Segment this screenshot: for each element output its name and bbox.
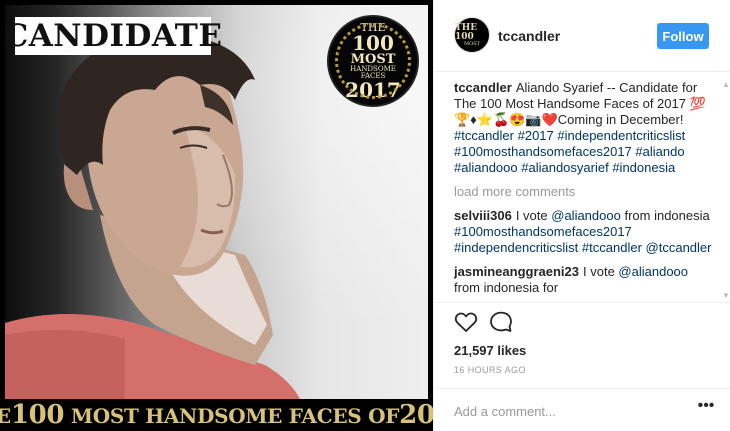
hashtag-link[interactable]: #tccandler bbox=[454, 128, 514, 143]
comment-text: I vote bbox=[515, 208, 548, 223]
banner-part: MOST HANDSOME FACES OF bbox=[70, 404, 400, 428]
action-bar bbox=[434, 302, 730, 303]
scroll-up-arrow-icon[interactable]: ▲ bbox=[722, 80, 730, 89]
likes-count[interactable]: 21,597 likes bbox=[454, 343, 526, 358]
scroll-down-arrow-icon[interactable]: ▼ bbox=[722, 291, 730, 300]
banner-part: 2017 bbox=[399, 400, 433, 430]
hashtag-link[interactable]: #100mosthandsomefaces2017 bbox=[454, 224, 632, 239]
portrait-photo: CANDIDATE THE 100 MOST HANDSOME FACES 20… bbox=[5, 5, 428, 399]
candidate-label-box: CANDIDATE bbox=[5, 17, 222, 55]
hashtag-link[interactable]: #aliandosyarief bbox=[521, 160, 608, 175]
load-more-comments-link[interactable]: load more comments bbox=[454, 184, 716, 200]
contest-banner: THE100 MOST HANDSOME FACES OF2017 bbox=[0, 399, 433, 431]
post-timestamp[interactable]: 16 HOURS AGO bbox=[454, 365, 526, 375]
comment-bubble-icon[interactable] bbox=[489, 310, 513, 334]
avatar[interactable]: THE 100 MOST bbox=[454, 17, 490, 53]
caption: tccandler Aliando Syarief -- Candidate fo… bbox=[454, 80, 716, 176]
post-side-panel: THE 100 MOST tccandler Follow tccandler A… bbox=[433, 0, 730, 431]
banner-text: THE100 MOST HANDSOME FACES OF2017 bbox=[0, 400, 433, 430]
hashtag-link[interactable]: #aliando bbox=[635, 144, 684, 159]
comment-username[interactable]: jasmineanggraeni23 bbox=[454, 264, 579, 279]
banner-part: 100 bbox=[10, 400, 65, 430]
add-comment-input[interactable] bbox=[454, 401, 684, 421]
banner-part: THE bbox=[0, 404, 11, 428]
hashtag-link[interactable]: #aliandooo bbox=[454, 160, 518, 175]
mention-link[interactable]: @aliandooo bbox=[618, 264, 688, 279]
mention-link[interactable]: @aliandooo bbox=[551, 208, 621, 223]
hashtag-link[interactable]: #independencriticslist bbox=[454, 240, 578, 255]
follow-button[interactable]: Follow bbox=[657, 23, 709, 49]
list-item: jasmineanggraeni23 I vote @aliandooo from… bbox=[454, 264, 716, 296]
avatar-text: MOST bbox=[464, 40, 480, 47]
post-image[interactable]: CANDIDATE THE 100 MOST HANDSOME FACES 20… bbox=[0, 0, 433, 431]
hashtag-link[interactable]: #indonesia bbox=[612, 160, 675, 175]
list-item: selviii306 I vote @aliandooo from indones… bbox=[454, 208, 716, 256]
mention-link[interactable]: @tccandler bbox=[646, 240, 712, 255]
contest-emblem-logo: THE 100 MOST HANDSOME FACES 2017 bbox=[327, 15, 419, 107]
hashtag-link[interactable]: #independentcriticslist bbox=[557, 128, 685, 143]
laurel-wreath-icon bbox=[335, 23, 411, 99]
post-author-username[interactable]: tccandler bbox=[498, 28, 560, 44]
post-header: THE 100 MOST tccandler Follow bbox=[434, 0, 730, 72]
more-options-icon[interactable]: ••• bbox=[696, 398, 716, 419]
avatar-text: THE 100 bbox=[455, 22, 478, 42]
heart-icon[interactable] bbox=[454, 310, 478, 334]
caption-username[interactable]: tccandler bbox=[454, 80, 512, 95]
comment-text: from indonesia for bbox=[454, 280, 559, 295]
comment-text: from indonesia bbox=[624, 208, 710, 223]
add-comment-bar: ••• bbox=[434, 388, 730, 431]
comment-username[interactable]: selviii306 bbox=[454, 208, 512, 223]
hashtag-link[interactable]: #2017 bbox=[518, 128, 554, 143]
candidate-label: CANDIDATE bbox=[5, 18, 223, 54]
comment-text: I vote bbox=[583, 264, 615, 279]
comments-list[interactable]: tccandler Aliando Syarief -- Candidate fo… bbox=[454, 80, 716, 302]
hashtag-link[interactable]: #tccandler bbox=[582, 240, 642, 255]
hashtag-link[interactable]: #100mosthandsomefaces2017 bbox=[454, 144, 632, 159]
